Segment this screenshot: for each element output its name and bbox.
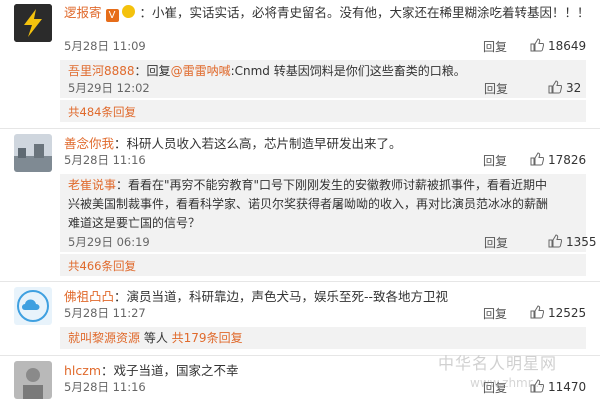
comment-text: 戏子当道，国家之不幸	[113, 363, 239, 378]
reply-button[interactable]: 回复	[484, 80, 508, 97]
divider	[0, 128, 600, 129]
username[interactable]: 善念你我	[64, 136, 114, 151]
reply-box: 老崔说事：看看在"再穷不能穷教育"口号下刚刚发生的安徽教师讨薪被抓事件，看看近期…	[60, 174, 597, 252]
thumbs-up-icon	[548, 80, 563, 94]
landscape-avatar-icon	[14, 134, 52, 172]
reply-box: 吾里河8888：回复@雷雷呐喊:Cnmd 转基因饲料是你们这些畜类的口粮。 5月…	[60, 60, 586, 98]
comment-text: 科研人员收入若这么高，芯片制造早研发出来了。	[126, 136, 402, 151]
comment-date: 5月28日 11:09	[64, 39, 146, 53]
avatar[interactable]	[14, 361, 52, 399]
reply-button[interactable]: 回复	[483, 38, 507, 55]
more-replies-link[interactable]: 共179条回复	[168, 331, 243, 345]
avatar[interactable]	[14, 4, 52, 42]
username[interactable]: hlczm	[64, 363, 101, 378]
reply-button[interactable]: 回复	[483, 152, 507, 169]
like-count: 11470	[548, 380, 587, 394]
comment-text: 小崔，实话实话，必将青史留名。没有他，大家还在稀里糊涂吃着转基因！！！	[151, 5, 590, 20]
watermark-url: www.zhmr...	[470, 376, 544, 390]
thumbs-up-icon	[548, 234, 563, 248]
more-replies-link[interactable]: 共484条回复	[68, 104, 136, 120]
like-count: 18649	[548, 39, 587, 53]
reply-date: 5月29日 06:19	[68, 235, 150, 249]
cloud-avatar-icon	[14, 287, 52, 325]
reply-username[interactable]: 老崔说事	[68, 178, 116, 192]
thumbs-up-icon	[530, 152, 545, 166]
lightning-icon	[14, 4, 52, 42]
like-count: 17826	[548, 153, 587, 167]
comment-date: 5月28日 11:27	[64, 306, 146, 320]
reply-button[interactable]: 回复	[484, 234, 508, 251]
like-button[interactable]: 1355	[548, 234, 597, 249]
username[interactable]: 逻报寄	[64, 5, 102, 20]
mention-link[interactable]: @雷雷呐喊	[171, 64, 231, 78]
reply-username[interactable]: 吾里河8888	[68, 64, 135, 78]
username[interactable]: 佛祖凸凸	[64, 289, 114, 304]
divider	[0, 281, 600, 282]
avatar[interactable]	[14, 134, 52, 172]
like-count: 1355	[566, 235, 597, 249]
comment-text: 演员当道，科研靠边，声色犬马，娱乐至死--致各地方卫视	[126, 289, 449, 304]
reply-username[interactable]: 就叫黎源资源	[68, 331, 140, 345]
avatar[interactable]	[14, 287, 52, 325]
reply-box: 就叫黎源资源 等人 共179条回复	[60, 327, 586, 349]
like-count: 32	[566, 81, 582, 95]
reply-button[interactable]: 回复	[483, 305, 507, 322]
like-button[interactable]: 32	[548, 80, 581, 95]
like-count: 12525	[548, 306, 587, 320]
photo-avatar-icon	[14, 361, 52, 399]
verified-badge-icon: V	[105, 9, 119, 22]
like-button[interactable]: 12525	[530, 305, 586, 320]
more-replies-link[interactable]: 共466条回复	[68, 258, 136, 274]
like-button[interactable]: 18649	[530, 38, 586, 53]
emoji-icon	[122, 5, 136, 18]
comment-date: 5月28日 11:16	[64, 153, 146, 167]
watermark: 中华名人明星网	[438, 354, 558, 373]
reply-date: 5月29日 12:02	[68, 81, 150, 95]
thumbs-up-icon	[530, 305, 545, 319]
like-button[interactable]: 17826	[530, 152, 586, 167]
thumbs-up-icon	[530, 38, 545, 52]
comment-date: 5月28日 11:16	[64, 380, 146, 394]
